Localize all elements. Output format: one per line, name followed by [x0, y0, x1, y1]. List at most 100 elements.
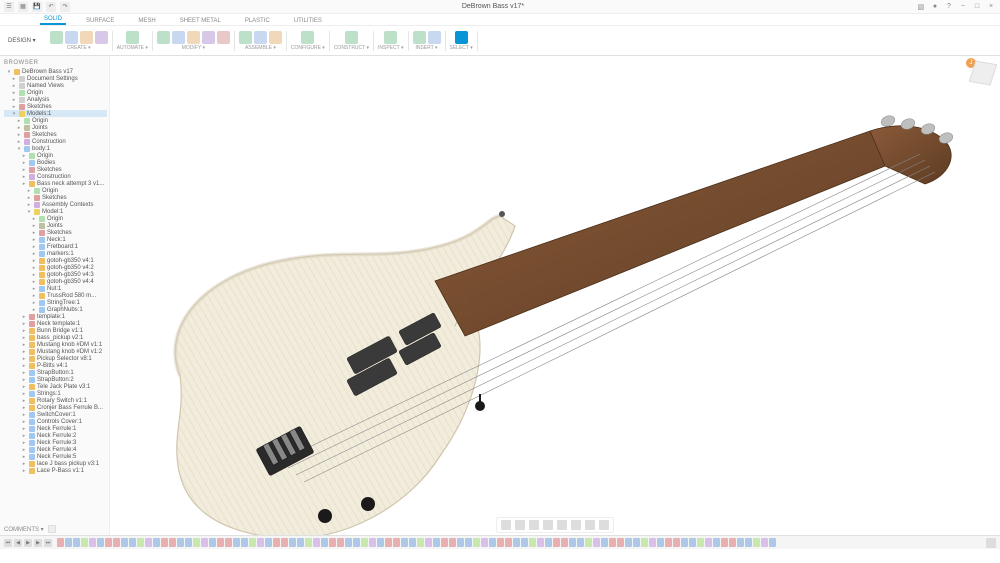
timeline-feature[interactable] — [449, 538, 456, 547]
tree-twisty-icon[interactable]: ▸ — [21, 349, 27, 355]
tree-twisty-icon[interactable]: ▸ — [21, 335, 27, 341]
tree-twisty-icon[interactable]: ▸ — [11, 90, 17, 96]
tree-node[interactable]: ▸Origin — [4, 89, 107, 96]
tree-twisty-icon[interactable]: ▸ — [31, 251, 37, 257]
tree-twisty-icon[interactable]: ▸ — [31, 216, 37, 222]
close-button[interactable]: × — [986, 2, 996, 12]
tree-node[interactable]: ▸Rotary Switch v1:1 — [4, 397, 107, 404]
tree-node[interactable]: ▸Mustang knob #DM v1:1 — [4, 341, 107, 348]
ribbon-group-label[interactable]: CONSTRUCT ▾ — [334, 45, 369, 51]
file-icon[interactable]: ▦ — [18, 2, 28, 12]
tab-surface[interactable]: SURFACE — [82, 17, 118, 25]
tree-twisty-icon[interactable]: ▸ — [31, 237, 37, 243]
timeline-feature[interactable] — [57, 538, 64, 547]
timeline-feature[interactable] — [473, 538, 480, 547]
tree-node[interactable]: ▸gotoh-gb350 v4:3 — [4, 271, 107, 278]
tree-twisty-icon[interactable]: ▸ — [31, 265, 37, 271]
tree-twisty-icon[interactable]: ▾ — [16, 146, 22, 152]
timeline-feature[interactable] — [97, 538, 104, 547]
timeline-feature[interactable] — [65, 538, 72, 547]
timeline-feature[interactable] — [665, 538, 672, 547]
timeline-feature[interactable] — [521, 538, 528, 547]
tree-twisty-icon[interactable]: ▸ — [31, 293, 37, 299]
tab-sheetmetal[interactable]: SHEET METAL — [176, 17, 225, 25]
tree-node[interactable]: ▸gotoh-gb350 v4:4 — [4, 278, 107, 285]
notifications-icon[interactable]: ● — [930, 2, 940, 12]
timeline-feature[interactable] — [529, 538, 536, 547]
timeline-feature[interactable] — [153, 538, 160, 547]
tree-twisty-icon[interactable]: ▸ — [21, 160, 27, 166]
timeline-feature[interactable] — [481, 538, 488, 547]
timeline-feature[interactable] — [729, 538, 736, 547]
timeline-feature[interactable] — [337, 538, 344, 547]
tree-node[interactable]: ▸Joints — [4, 222, 107, 229]
ribbon-tool-icon[interactable] — [269, 31, 282, 44]
pan-icon[interactable] — [529, 520, 539, 530]
undo-icon[interactable]: ↶ — [46, 2, 56, 12]
timeline-feature[interactable] — [561, 538, 568, 547]
timeline-feature[interactable] — [129, 538, 136, 547]
tree-twisty-icon[interactable]: ▸ — [21, 461, 27, 467]
timeline-feature[interactable] — [369, 538, 376, 547]
tree-twisty-icon[interactable]: ▸ — [11, 76, 17, 82]
tree-node[interactable]: ▸Origin — [4, 117, 107, 124]
ribbon-tool-icon[interactable] — [80, 31, 93, 44]
tree-node[interactable]: ▸Tele Jack Plate v3:1 — [4, 383, 107, 390]
tree-node[interactable]: ▸Document Settings — [4, 75, 107, 82]
timeline-feature[interactable] — [73, 538, 80, 547]
tree-twisty-icon[interactable]: ▸ — [21, 391, 27, 397]
tree-twisty-icon[interactable]: ▾ — [11, 111, 17, 117]
ribbon-tool-icon[interactable] — [172, 31, 185, 44]
tree-node[interactable]: ▸Origin — [4, 215, 107, 222]
timeline-feature[interactable] — [489, 538, 496, 547]
timeline-feature[interactable] — [313, 538, 320, 547]
timeline-feature[interactable] — [377, 538, 384, 547]
viewport[interactable]: J — [110, 56, 1000, 549]
timeline-feature[interactable] — [569, 538, 576, 547]
timeline-feature[interactable] — [89, 538, 96, 547]
maximize-button[interactable]: □ — [972, 2, 982, 12]
tree-twisty-icon[interactable]: ▸ — [21, 174, 27, 180]
ribbon-group-label[interactable]: AUTOMATE ▾ — [117, 45, 148, 51]
tree-node[interactable]: ▸Joints — [4, 124, 107, 131]
tree-twisty-icon[interactable]: ▸ — [31, 272, 37, 278]
tree-twisty-icon[interactable]: ▸ — [31, 300, 37, 306]
timeline-rewind-icon[interactable]: ⏮ — [4, 539, 12, 547]
tree-twisty-icon[interactable]: ▸ — [21, 384, 27, 390]
tree-node[interactable]: ▸Construction — [4, 173, 107, 180]
timeline-feature[interactable] — [297, 538, 304, 547]
timeline-feature[interactable] — [393, 538, 400, 547]
tree-node[interactable]: ▸Neck Ferrule:5 — [4, 453, 107, 460]
tree-twisty-icon[interactable]: ▸ — [21, 321, 27, 327]
ribbon-tool-icon[interactable] — [95, 31, 108, 44]
timeline-feature[interactable] — [689, 538, 696, 547]
tree-node[interactable]: ▸Bunn Bridge v1:1 — [4, 327, 107, 334]
tree-twisty-icon[interactable]: ▸ — [16, 132, 22, 138]
timeline-feature[interactable] — [441, 538, 448, 547]
tree-twisty-icon[interactable]: ▸ — [21, 454, 27, 460]
timeline-feature[interactable] — [321, 538, 328, 547]
tree-node[interactable]: ▸Neck Ferrule:3 — [4, 439, 107, 446]
tree-node[interactable]: ▸TrussRod 580 m... — [4, 292, 107, 299]
timeline-feature[interactable] — [681, 538, 688, 547]
tree-node[interactable]: ▸lace J bass pickup v3:1 — [4, 460, 107, 467]
look-icon[interactable] — [515, 520, 525, 530]
timeline-feature[interactable] — [553, 538, 560, 547]
orbit-icon[interactable] — [501, 520, 511, 530]
tree-node[interactable]: ▸StringTree:1 — [4, 299, 107, 306]
tab-utilities[interactable]: UTILITIES — [290, 17, 326, 25]
timeline-feature[interactable] — [201, 538, 208, 547]
tree-twisty-icon[interactable]: ▸ — [26, 202, 32, 208]
tree-node[interactable]: ▸markers:1 — [4, 250, 107, 257]
tree-twisty-icon[interactable]: ▸ — [21, 181, 27, 187]
timeline-feature[interactable] — [649, 538, 656, 547]
ribbon-group-label[interactable]: CONFIGURE ▾ — [291, 45, 325, 51]
timeline-feature[interactable] — [177, 538, 184, 547]
extensions-icon[interactable]: ▧ — [916, 2, 926, 12]
tree-twisty-icon[interactable]: ▸ — [11, 104, 17, 110]
ribbon-tool-icon[interactable] — [301, 31, 314, 44]
tree-twisty-icon[interactable]: ▸ — [21, 440, 27, 446]
tree-node[interactable]: ▸SwitchCover:1 — [4, 411, 107, 418]
ribbon-group-label[interactable]: ASSEMBLE ▾ — [245, 45, 276, 51]
tree-node[interactable]: ▸Bodies — [4, 159, 107, 166]
